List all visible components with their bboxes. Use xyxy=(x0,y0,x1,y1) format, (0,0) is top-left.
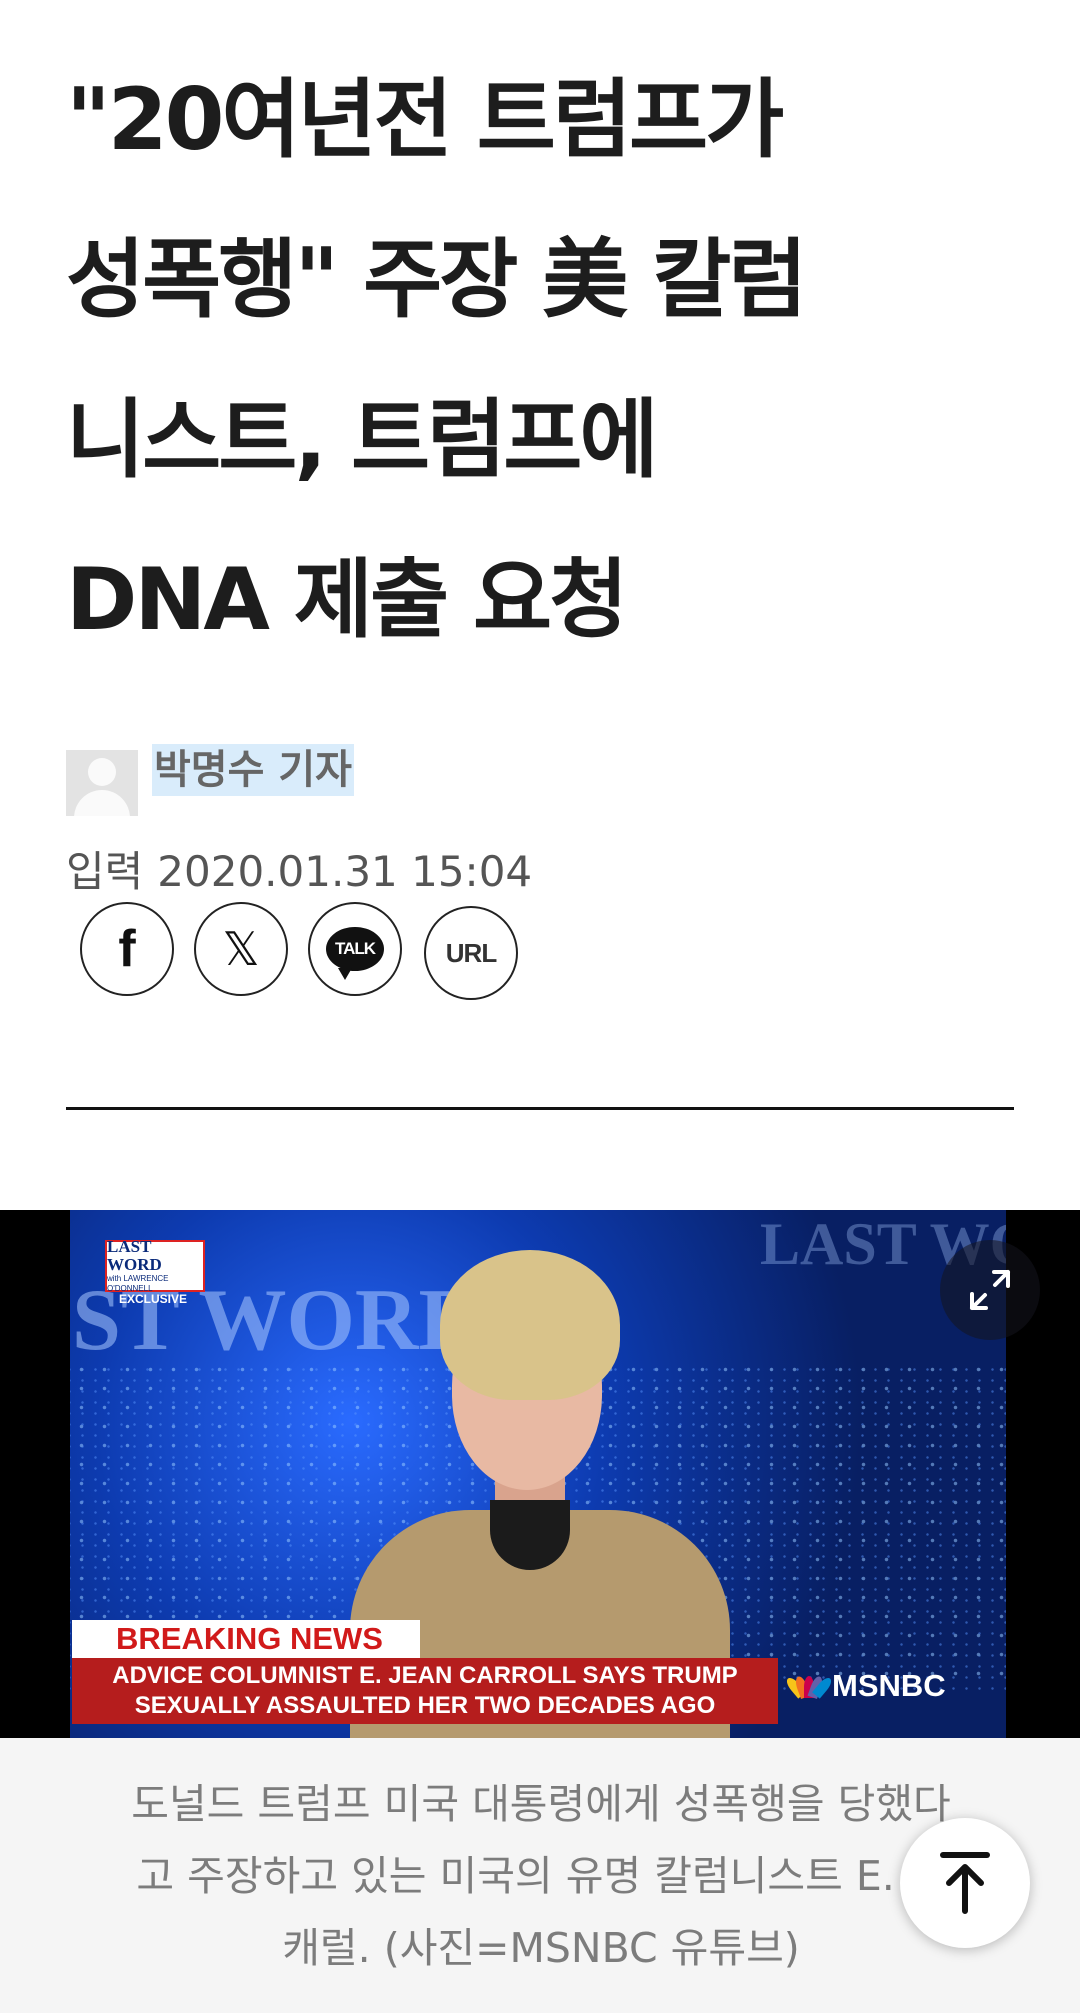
author-name[interactable]: 박명수 기자 xyxy=(152,744,354,796)
program-logo: LAST WORD with LAWRENCE O'DONNELL EXCLUS… xyxy=(105,1237,205,1306)
program-logo-title: LAST WORD xyxy=(107,1237,162,1274)
published-datetime: 입력 2020.01.31 15:04 xyxy=(66,838,532,899)
caption-line: 도널드 트럼프 미국 대통령에게 성폭행을 당했다 xyxy=(131,1780,951,1828)
network-name: MSNBC xyxy=(832,1668,946,1703)
kakaotalk-label: TALK xyxy=(334,939,376,958)
kakaotalk-icon: TALK xyxy=(326,927,384,980)
exclusive-badge: EXCLUSIVE xyxy=(119,1292,188,1306)
breaking-news-banner: BREAKING NEWS xyxy=(72,1620,420,1658)
arrow-up-to-top-icon xyxy=(940,1852,990,1914)
program-logo-subtitle: with LAWRENCE O'DONNELL xyxy=(107,1274,169,1293)
headline-line: 니스트, 트럼프에 xyxy=(66,390,658,490)
kakaotalk-share-button[interactable]: TALK xyxy=(308,902,402,996)
peacock-icon xyxy=(784,1674,834,1700)
author-avatar xyxy=(66,750,138,816)
article-photo[interactable]: ST WORD LAST WORL LAST WORD with LAWRENC… xyxy=(0,1210,1080,1738)
network-logo: MSNBC xyxy=(784,1668,946,1704)
caption-line: 캐럴. (사진=MSNBC 유튜브) xyxy=(282,1924,800,1972)
ticker-line: SEXUALLY ASSAULTED HER TWO DECADES AGO xyxy=(134,1692,716,1719)
expand-icon xyxy=(970,1270,1010,1310)
scroll-to-top-button[interactable] xyxy=(900,1818,1030,1948)
expand-photo-button[interactable] xyxy=(940,1240,1040,1340)
headline-line: "20여년전 트럼프가 xyxy=(66,70,784,170)
copy-url-button[interactable]: URL xyxy=(424,906,518,1000)
section-divider xyxy=(66,1107,1014,1110)
photo-caption: 도널드 트럼프 미국 대통령에게 성폭행을 당했다 고 주장하고 있는 미국의 … xyxy=(66,1768,1016,1984)
headline-line: DNA 제출 요청 xyxy=(66,550,628,650)
news-ticker: ADVICE COLUMNIST E. JEAN CARROLL SAYS TR… xyxy=(72,1658,778,1724)
x-icon: 𝕏 xyxy=(222,922,260,976)
x-share-button[interactable]: 𝕏 xyxy=(194,902,288,996)
headline-line: 성폭행" 주장 美 칼럼 xyxy=(66,230,807,330)
article-headline: "20여년전 트럼프가 성폭행" 주장 美 칼럼 니스트, 트럼프에 DNA 제… xyxy=(66,40,1026,680)
facebook-share-button[interactable]: f xyxy=(80,902,174,996)
caption-line: 고 주장하고 있는 미국의 유명 칼럼니스트 E. 진 xyxy=(136,1852,946,1900)
published-label: 입력 xyxy=(66,847,144,896)
letterbox-left xyxy=(0,1210,70,1738)
published-value: 2020.01.31 15:04 xyxy=(157,847,533,896)
url-icon: URL xyxy=(445,937,497,968)
facebook-icon: f xyxy=(118,920,136,978)
ticker-line: ADVICE COLUMNIST E. JEAN CARROLL SAYS TR… xyxy=(112,1662,738,1689)
